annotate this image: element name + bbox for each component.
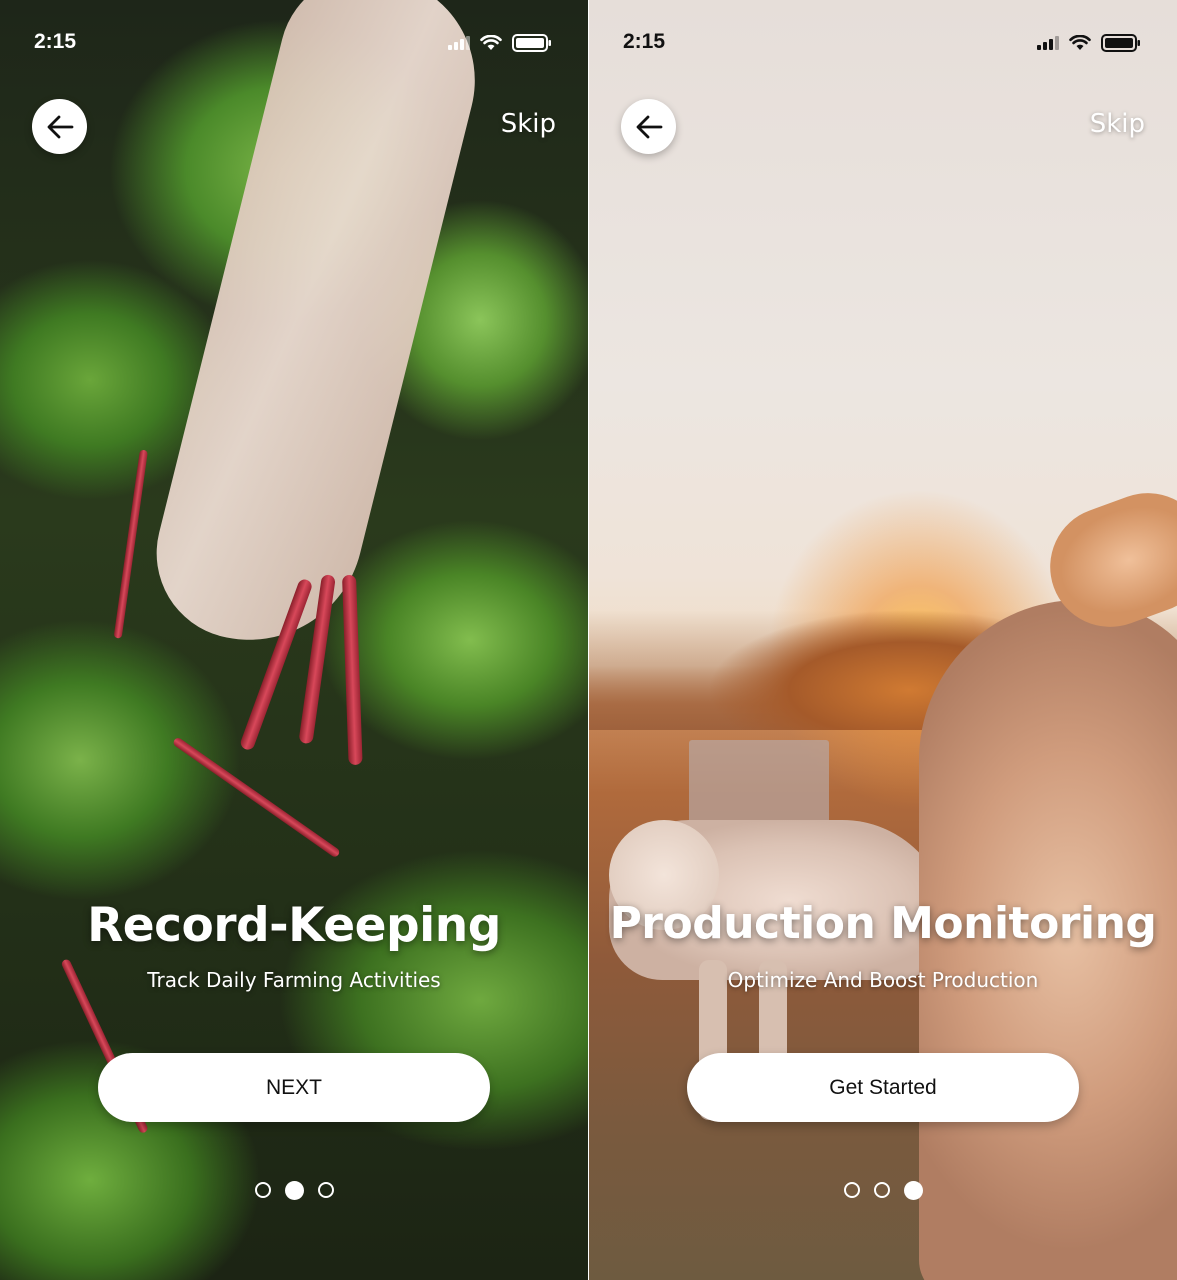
hand-photo-detail	[138, 0, 498, 664]
system-icons	[1037, 34, 1141, 52]
skip-button[interactable]: Skip	[1090, 109, 1145, 139]
arrow-left-icon	[47, 115, 73, 138]
page-dot-2[interactable]	[873, 1182, 890, 1198]
page-dot-3-active[interactable]	[903, 1181, 923, 1200]
page-dot-1[interactable]	[254, 1182, 271, 1198]
status-bar: 2:15	[0, 30, 588, 60]
back-button[interactable]	[32, 99, 87, 154]
status-bar: 2:15	[589, 30, 1177, 60]
pagination-dots	[589, 1181, 1177, 1200]
battery-icon	[512, 34, 551, 52]
status-time: 2:15	[623, 30, 666, 53]
system-icons	[448, 34, 552, 52]
back-button[interactable]	[621, 99, 676, 154]
next-button[interactable]: NEXT	[98, 1053, 490, 1122]
wifi-icon	[480, 35, 502, 50]
cellular-signal-icon	[448, 36, 470, 50]
status-time: 2:15	[34, 30, 77, 53]
skip-button[interactable]: Skip	[501, 109, 556, 139]
onboarding-subtitle: Track Daily Farming Activities	[147, 968, 441, 992]
shed-detail	[689, 740, 829, 830]
arrow-left-icon	[636, 115, 662, 138]
cellular-signal-icon	[1037, 36, 1059, 50]
onboarding-title: Production Monitoring	[609, 898, 1157, 949]
page-dot-3[interactable]	[317, 1182, 334, 1198]
page-dot-1[interactable]	[843, 1182, 860, 1198]
wifi-icon	[1069, 35, 1091, 50]
onboarding-screen-production-monitoring: 2:15 Skip Production Monitoring Optimize…	[589, 0, 1177, 1280]
pagination-dots	[0, 1181, 588, 1200]
onboarding-subtitle: Optimize And Boost Production	[727, 968, 1039, 992]
onboarding-screen-record-keeping: 2:15 Skip Record-Keeping Track Daily Far…	[0, 0, 588, 1280]
page-dot-2-active[interactable]	[284, 1181, 304, 1200]
onboarding-title: Record-Keeping	[87, 898, 501, 953]
battery-icon	[1101, 34, 1140, 52]
get-started-button[interactable]: Get Started	[687, 1053, 1079, 1122]
